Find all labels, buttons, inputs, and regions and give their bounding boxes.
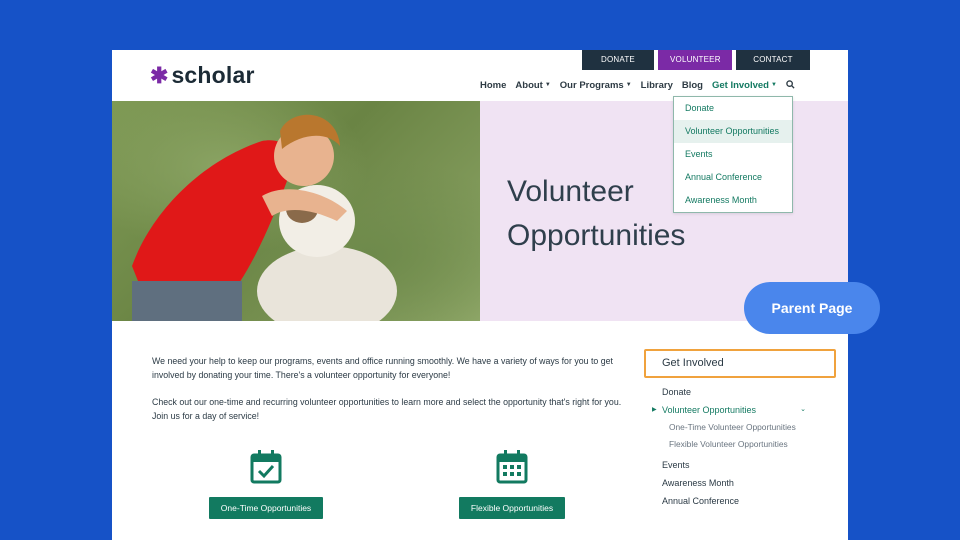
intro-paragraph: Check out our one-time and recurring vol… [152,397,622,421]
nav-home[interactable]: Home [480,80,506,91]
sidebar-parent-heading[interactable]: Get Involved [644,349,836,378]
sidebar-item-label: Volunteer Opportunities [662,405,757,415]
chevron-down-icon[interactable]: ⌄ [800,401,806,419]
dropdown-item-annual-conference[interactable]: Annual Conference [674,166,792,189]
volunteer-button[interactable]: VOLUNTEER [658,50,732,70]
search-icon[interactable] [786,80,795,91]
nav-get-involved-label: Get Involved [711,80,769,91]
sidebar-item-events[interactable]: Events [652,456,812,474]
flexible-card: Flexible Opportunities [456,450,568,519]
website-page: DONATE VOLUNTEER CONTACT US ✱ scholar Ho… [112,50,848,540]
main-nav: Home About ▼ Our Programs ▼ Library Blog G… [480,80,795,91]
calendar-grid-icon [496,450,528,484]
sidebar-subitem-one-time[interactable]: One-Time Volunteer Opportunities [652,422,812,433]
logo-mark-icon: ✱ [150,62,169,88]
flexible-opportunities-button[interactable]: Flexible Opportunities [458,497,566,519]
one-time-opportunities-button[interactable]: One-Time Opportunities [208,497,324,519]
caret-down-icon: ▼ [770,82,777,89]
dropdown-item-volunteer-opportunities[interactable]: Volunteer Opportunities [674,120,792,143]
contact-us-button[interactable]: CONTACT US [736,50,810,84]
nav-get-involved[interactable]: Get Involved ▼ [712,80,777,91]
nav-blog[interactable]: Blog [682,80,703,91]
get-involved-dropdown: Donate Volunteer Opportunities Events An… [673,96,793,213]
intro-text: We need your help to keep our programs, … [152,355,628,437]
caret-down-icon: ▼ [625,82,632,89]
nav-about-label: About [515,80,543,91]
logo[interactable]: ✱ scholar [150,62,255,89]
caret-down-icon: ▼ [544,82,551,89]
dropdown-item-events[interactable]: Events [674,143,792,166]
sidebar-item-volunteer-opportunities[interactable]: ▶ Volunteer Opportunities ⌄ [652,401,812,419]
sidebar-nav: Donate ▶ Volunteer Opportunities ⌄ One-T… [652,383,812,510]
parent-page-callout: Parent Page [744,282,880,334]
utility-nav: DONATE VOLUNTEER CONTACT US [582,50,810,84]
donate-button[interactable]: DONATE [582,50,654,70]
sidebar-subitem-flexible[interactable]: Flexible Volunteer Opportunities [652,439,812,450]
triangle-right-icon: ▶ [652,407,657,413]
sidebar-item-donate[interactable]: Donate [652,383,812,401]
nav-programs[interactable]: Our Programs ▼ [560,80,632,91]
sidebar-item-awareness-month[interactable]: Awareness Month [652,474,812,492]
dropdown-item-donate[interactable]: Donate [674,97,792,120]
nav-library[interactable]: Library [641,80,673,91]
calendar-check-icon [250,450,282,484]
sidebar-item-annual-conference[interactable]: Annual Conference [652,492,812,510]
intro-paragraph: We need your help to keep our programs, … [152,356,613,380]
nav-programs-label: Our Programs [559,80,624,91]
logo-text: scholar [171,62,255,88]
nav-about[interactable]: About ▼ [515,80,550,91]
hero-photo [112,101,480,321]
one-time-card: One-Time Opportunities [206,450,326,519]
dropdown-item-awareness-month[interactable]: Awareness Month [674,189,792,212]
